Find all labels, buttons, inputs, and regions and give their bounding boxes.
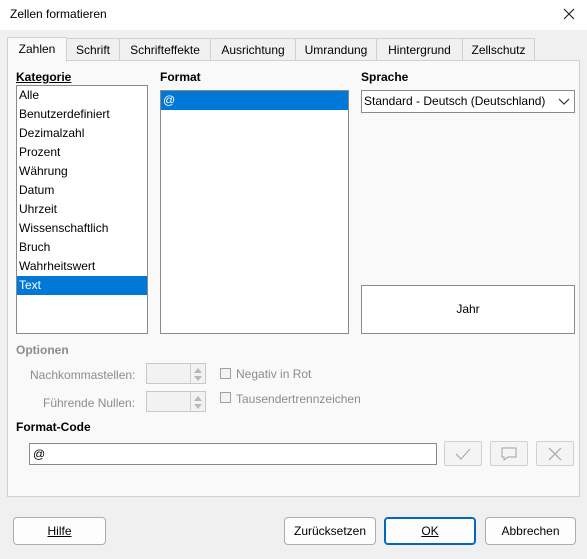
- kategorie-label: Kategorie: [16, 70, 72, 84]
- add-comment-button[interactable]: [490, 441, 528, 466]
- sprache-value: Standard - Deutsch (Deutschland): [364, 94, 546, 108]
- list-item[interactable]: Benutzerdefiniert: [17, 105, 147, 124]
- list-item[interactable]: Währung: [17, 162, 147, 181]
- list-item[interactable]: Dezimalzahl: [17, 124, 147, 143]
- accept-button[interactable]: [444, 441, 482, 466]
- hilfe-button[interactable]: Hilfe: [13, 517, 106, 545]
- chevron-down-icon: [558, 98, 570, 105]
- tab-ausrichtung[interactable]: Ausrichtung: [210, 38, 296, 61]
- chevron-down-icon[interactable]: [194, 404, 202, 409]
- tab-hintergrund[interactable]: Hintergrund: [376, 38, 463, 61]
- format-code-value: @: [33, 447, 46, 461]
- list-item[interactable]: Prozent: [17, 143, 147, 162]
- sprache-select[interactable]: Standard - Deutsch (Deutschland): [361, 90, 575, 113]
- list-item[interactable]: Bruch: [17, 238, 147, 257]
- format-code-label: Format-Code: [16, 420, 91, 434]
- kategorie-list[interactable]: Alle Benutzerdefiniert Dezimalzahl Proze…: [16, 85, 148, 334]
- negativ-in-rot-label: Negativ in Rot: [236, 367, 312, 381]
- preview-text: Jahr: [456, 302, 480, 316]
- chevron-down-icon[interactable]: [194, 376, 202, 381]
- stepper-arrows[interactable]: [190, 392, 205, 411]
- optionen-label: Optionen: [16, 343, 69, 357]
- abbrechen-button[interactable]: Abbrechen: [485, 517, 576, 545]
- sprache-label: Sprache: [361, 70, 409, 84]
- close-icon: [548, 447, 562, 460]
- fuehrende-nullen-stepper[interactable]: [146, 391, 206, 412]
- format-list[interactable]: @: [160, 90, 349, 334]
- stepper-arrows[interactable]: [190, 364, 205, 383]
- list-item[interactable]: Wissenschaftlich: [17, 219, 147, 238]
- tab-schrifteffekte[interactable]: Schrifteffekte: [119, 38, 211, 61]
- tausendertrennzeichen-checkbox[interactable]: [220, 392, 231, 403]
- title-bar: Zellen formatieren: [0, 0, 587, 30]
- list-item[interactable]: Wahrheitswert: [17, 257, 147, 276]
- nachkommastellen-stepper[interactable]: [146, 363, 206, 384]
- list-item-selected[interactable]: Text: [17, 276, 147, 295]
- tab-zellschutz[interactable]: Zellschutz: [462, 38, 535, 61]
- fuehrende-nullen-label: Führende Nullen:: [43, 396, 136, 410]
- chevron-up-icon[interactable]: [194, 396, 202, 401]
- tab-zahlen[interactable]: Zahlen: [7, 37, 67, 62]
- list-item[interactable]: Datum: [17, 181, 147, 200]
- nachkommastellen-label: Nachkommastellen:: [30, 368, 136, 382]
- format-code-input[interactable]: @: [29, 443, 437, 465]
- tab-umrandung[interactable]: Umrandung: [295, 38, 377, 61]
- list-item[interactable]: Alle: [17, 86, 147, 105]
- delete-button[interactable]: [536, 441, 574, 466]
- comment-icon: [501, 446, 517, 461]
- ok-button[interactable]: OK: [384, 517, 476, 545]
- negativ-in-rot-checkbox[interactable]: [220, 368, 231, 379]
- checkmark-icon: [455, 448, 471, 460]
- window-title: Zellen formatieren: [10, 7, 107, 21]
- tab-schrift[interactable]: Schrift: [66, 38, 120, 61]
- format-preview: Jahr: [361, 285, 575, 334]
- format-label: Format: [160, 70, 201, 84]
- close-icon[interactable]: [559, 4, 579, 24]
- tausendertrennzeichen-label: Tausendertrennzeichen: [236, 392, 361, 406]
- list-item[interactable]: Uhrzeit: [17, 200, 147, 219]
- list-item-selected[interactable]: @: [161, 91, 348, 110]
- chevron-up-icon[interactable]: [194, 368, 202, 373]
- zuruecksetzen-button[interactable]: Zurücksetzen: [284, 517, 376, 545]
